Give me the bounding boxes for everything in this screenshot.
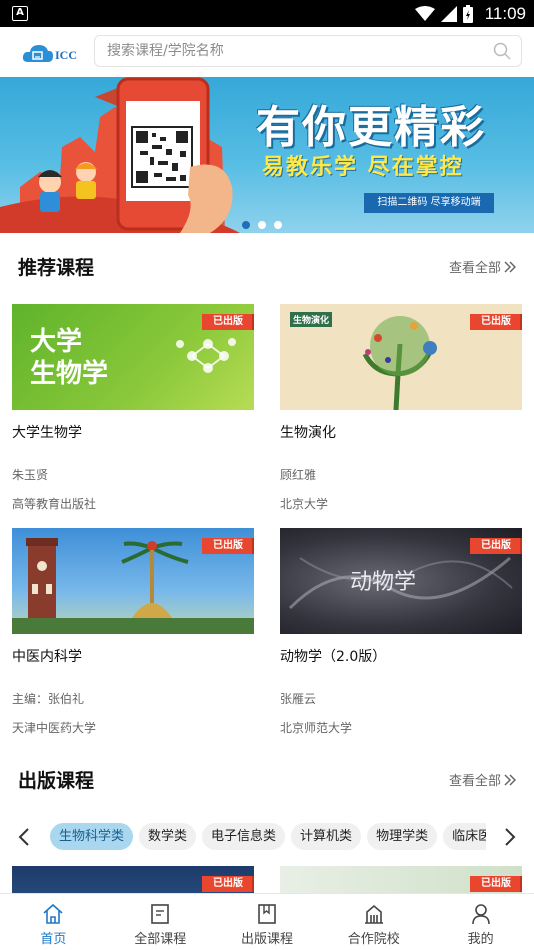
course-author: 朱玉贤 xyxy=(12,468,49,482)
tab-published-courses[interactable]: 出版课程 xyxy=(214,894,321,950)
book-icon xyxy=(258,904,276,924)
search-icon[interactable] xyxy=(493,42,511,60)
tab-label: 全部课程 xyxy=(134,932,187,947)
pagination-dot[interactable] xyxy=(242,221,250,229)
tab-label: 合作院校 xyxy=(347,932,400,947)
signal-icon xyxy=(440,6,457,22)
published-badge: 已出版 xyxy=(202,876,254,892)
published-badge: 已出版 xyxy=(470,876,522,892)
tab-partner-schools[interactable]: 合作院校 xyxy=(320,894,427,950)
course-card[interactable]: 动物学 已出版 动物学（2.0版） 张雁云 北京师范大学 xyxy=(280,528,522,744)
course-title[interactable]: 大学生物学 xyxy=(12,422,82,442)
app-header: ICC xyxy=(0,27,534,77)
chevron-right-icon[interactable] xyxy=(504,827,516,847)
tab-profile[interactable]: 我的 xyxy=(427,894,534,950)
cover-title: 动物学 xyxy=(350,570,417,595)
course-card[interactable]: 已出版 中医内科学 主编：张伯礼 天津中医药大学 xyxy=(12,528,254,744)
published-badge: 已出版 xyxy=(470,314,522,330)
home-icon xyxy=(43,903,63,924)
wifi-icon xyxy=(414,6,435,21)
course-card[interactable]: 已出版 xyxy=(12,866,254,893)
tab-label: 出版课程 xyxy=(240,932,293,947)
category-chip[interactable]: 计算机类 xyxy=(291,823,362,850)
search-box[interactable] xyxy=(94,35,522,67)
system-icons: 11:09 xyxy=(414,3,526,25)
banner-subline: 易教乐学 尽在掌控 xyxy=(262,155,464,180)
course-cover: 大学 生物学 已出版 xyxy=(12,304,254,410)
category-chip-row: 生物科学类 数学类 电子信息类 计算机类 物理学类 临床医学类 xyxy=(50,823,486,851)
category-chip[interactable]: 生物科学类 xyxy=(50,823,134,850)
course-title[interactable]: 生物演化 xyxy=(280,422,336,442)
cover-title-line1: 大学 xyxy=(30,327,83,357)
search-input[interactable] xyxy=(107,36,487,66)
tab-label: 首页 xyxy=(40,932,67,947)
recommended-section-title: 推荐课程 xyxy=(18,257,95,279)
published-view-all[interactable]: 查看全部 xyxy=(449,770,516,789)
banner-pagination xyxy=(242,221,282,229)
course-publisher: 北京师范大学 xyxy=(280,721,353,735)
cover-title: 生物演化 xyxy=(290,312,333,327)
double-chevron-right-icon xyxy=(504,773,516,786)
pagination-dot[interactable] xyxy=(258,221,266,229)
course-cover: 生物演化 已出版 xyxy=(280,304,522,410)
pagination-dot[interactable] xyxy=(274,221,282,229)
course-publisher: 北京大学 xyxy=(280,497,329,511)
category-chip[interactable]: 数学类 xyxy=(139,823,197,850)
course-title[interactable]: 动物学（2.0版） xyxy=(280,646,386,666)
recommended-view-all[interactable]: 查看全部 xyxy=(449,257,516,276)
status-bar: A 11:09 xyxy=(0,0,534,27)
course-cover: 已出版 xyxy=(12,866,254,893)
tab-home[interactable]: 首页 xyxy=(0,894,107,950)
chevron-left-icon[interactable] xyxy=(18,827,30,847)
course-author: 顾红雅 xyxy=(280,468,317,482)
category-chip[interactable]: 临床医学类 xyxy=(443,823,486,850)
school-icon xyxy=(364,904,383,924)
course-author: 主编：张伯礼 xyxy=(12,692,85,706)
cover-title-line2: 生物学 xyxy=(30,359,109,389)
course-card[interactable]: 已出版 xyxy=(280,866,522,893)
document-icon xyxy=(151,904,169,924)
category-chip[interactable]: 物理学类 xyxy=(367,823,438,850)
published-badge: 已出版 xyxy=(202,538,254,554)
course-publisher: 高等教育出版社 xyxy=(12,497,97,511)
course-card[interactable]: 大学 生物学 已出版 大学生物学 朱玉贤 高等教育出版社 xyxy=(12,304,254,520)
tab-label: 我的 xyxy=(467,932,494,947)
notification-icon: A xyxy=(12,6,28,21)
course-card[interactable]: 生物演化 已出版 生物演化 顾红雅 北京大学 xyxy=(280,304,522,520)
category-chip[interactable]: 电子信息类 xyxy=(202,823,286,850)
view-all-label: 查看全部 xyxy=(448,774,501,789)
course-cover: 动物学 已出版 xyxy=(280,528,522,634)
promo-banner[interactable]: 有你更精彩 易教乐学 尽在掌控 扫描二维码 尽享移动端 xyxy=(0,77,534,233)
skyline-illustration xyxy=(0,77,240,233)
double-chevron-right-icon xyxy=(504,260,516,273)
banner-headline: 有你更精彩 xyxy=(256,102,486,153)
published-badge: 已出版 xyxy=(202,314,254,330)
category-bar: 生物科学类 数学类 电子信息类 计算机类 物理学类 临床医学类 xyxy=(0,823,534,851)
bottom-tab-bar: 首页 全部课程 出版课程 合作院校 我的 xyxy=(0,893,534,950)
logo-text: ICC xyxy=(55,48,78,62)
course-cover: 已出版 xyxy=(280,866,522,893)
view-all-label: 查看全部 xyxy=(448,261,501,276)
clock: 11:09 xyxy=(484,4,526,23)
course-author: 张雁云 xyxy=(280,692,317,706)
published-section-title: 出版课程 xyxy=(18,770,95,792)
course-publisher: 天津中医药大学 xyxy=(12,721,97,735)
course-title[interactable]: 中医内科学 xyxy=(12,646,82,666)
user-icon xyxy=(471,904,490,925)
course-cover: 已出版 xyxy=(12,528,254,634)
battery-icon xyxy=(462,5,473,23)
tab-all-courses[interactable]: 全部课程 xyxy=(107,894,214,950)
banner-cta[interactable]: 扫描二维码 尽享移动端 xyxy=(364,193,494,213)
published-badge: 已出版 xyxy=(470,538,522,554)
